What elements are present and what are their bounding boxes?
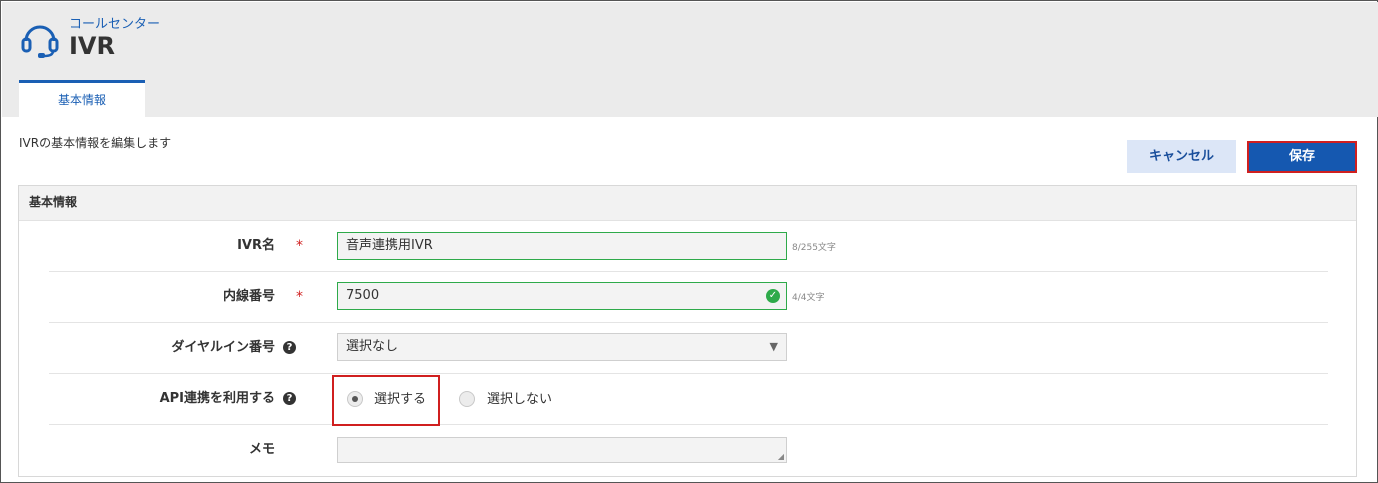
api-option-enable-label[interactable]: 選択する [374,388,426,407]
form-row-ivr-name: IVR名 * 音声連携用IVR 8/255文字 [49,221,1328,272]
save-button[interactable]: 保存 [1247,141,1357,173]
api-radio-disable[interactable] [459,391,475,407]
memo-label: メモ [248,442,275,457]
dial-in-label: ダイヤルイン番号 [171,340,275,355]
extension-input[interactable]: 7500 ✓ [337,282,787,310]
form-row-extension: 内線番号 * 7500 ✓ 4/4文字 [49,272,1328,323]
extension-value: 7500 [346,288,380,303]
memo-textarea[interactable]: ◢ [337,437,787,463]
dial-in-select[interactable]: 選択なし ▼ [337,333,787,361]
chevron-down-icon: ▼ [769,340,778,353]
basic-info-panel: 基本情報 IVR名 * 音声連携用IVR 8/255文字 内線番号 * 7500… [18,185,1357,477]
page-description: IVRの基本情報を編集します [19,136,172,150]
dial-in-selected-value: 選択なし [346,339,399,354]
question-circle-icon[interactable]: ? [283,341,296,354]
question-circle-icon[interactable]: ? [283,392,296,405]
ivr-name-label: IVR名 [237,238,275,253]
page-title: IVR [69,32,115,60]
ivr-name-char-count: 8/255文字 [792,243,836,253]
api-radio-enable[interactable] [347,391,363,407]
api-label: API連携を利用する [159,391,275,406]
form-row-memo: メモ ◢ [49,425,1328,476]
page-header: コールセンター IVR 基本情報 [2,2,1378,118]
ivr-name-input[interactable]: 音声連携用IVR [337,232,787,260]
cancel-button[interactable]: キャンセル [1127,140,1236,173]
app-window: コールセンター IVR 基本情報 IVRの基本情報を編集します キャンセル 保存… [0,0,1378,483]
form-row-dial-in: ダイヤルイン番号 ? 選択なし ▼ [49,323,1328,374]
breadcrumb[interactable]: コールセンター [69,13,160,32]
extension-char-count: 4/4文字 [792,293,825,303]
headset-icon [21,25,59,58]
required-mark: * [296,238,303,254]
required-mark: * [296,289,303,305]
tab-basic-info[interactable]: 基本情報 [19,80,145,118]
panel-title: 基本情報 [19,186,1356,221]
form-row-api: API連携を利用する ? 選択する 選択しない [49,374,1328,426]
resize-handle-icon[interactable]: ◢ [778,452,784,461]
check-circle-icon: ✓ [766,289,780,303]
api-option-disable-label[interactable]: 選択しない [487,388,552,407]
extension-label: 内線番号 [222,289,275,304]
